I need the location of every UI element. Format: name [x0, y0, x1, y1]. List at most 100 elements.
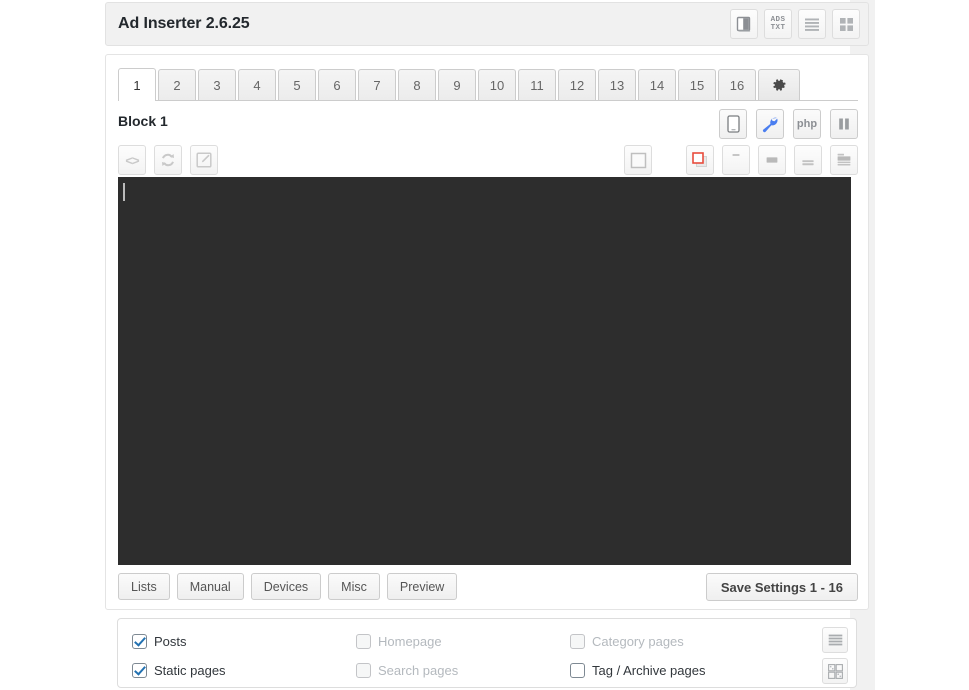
display-options-side-icons [822, 627, 848, 684]
checkbox-search-pages-label: Search pages [378, 663, 459, 678]
gear-icon [772, 78, 786, 91]
align-left-icon-glyph [837, 153, 851, 166]
settings-button-row: Lists Manual Devices Misc Preview Save S… [118, 573, 858, 601]
plugin-header: Ad Inserter 2.6.25 ADS TXT [105, 2, 869, 46]
display-options-panel: Posts Homepage Category pages Static pag… [117, 618, 857, 688]
tab-block-9[interactable]: 9 [438, 69, 476, 100]
align-top-icon[interactable] [722, 145, 750, 175]
checkbox-category-pages-box[interactable] [570, 634, 585, 649]
align-bottom-icon[interactable] [794, 145, 822, 175]
save-settings-button[interactable]: Save Settings 1 - 16 [705, 573, 858, 601]
checkbox-homepage-box[interactable] [356, 634, 371, 649]
pause-icon[interactable] [830, 109, 858, 139]
list-settings-icon[interactable] [822, 627, 848, 653]
wrench-icon[interactable] [756, 109, 784, 139]
clearfix-icon[interactable] [686, 145, 714, 175]
checkbox-posts-box[interactable] [132, 634, 147, 649]
align-top-icon-glyph [732, 154, 740, 156]
grid-view-icon[interactable] [832, 9, 860, 39]
checkbox-tag-archive-pages[interactable]: Tag / Archive pages [570, 663, 792, 678]
tab-block-12[interactable]: 12 [558, 69, 596, 100]
tab-block-5[interactable]: 5 [278, 69, 316, 100]
align-left-icon[interactable] [830, 145, 858, 175]
php-icon[interactable]: php [793, 109, 821, 139]
grid-settings-icon-glyph [827, 663, 843, 679]
settings-tab-buttons: Lists Manual Devices Misc Preview [118, 573, 458, 600]
tab-block-16[interactable]: 16 [718, 69, 756, 100]
lists-button[interactable]: Lists [118, 573, 170, 600]
checkbox-tag-archive-pages-box[interactable] [570, 663, 585, 678]
checkbox-tag-archive-pages-label: Tag / Archive pages [592, 663, 706, 678]
device-icon-glyph [726, 115, 740, 133]
list-view-icon[interactable] [798, 9, 826, 39]
tab-block-1[interactable]: 1 [118, 68, 156, 101]
main-panel: 1 2 3 4 5 6 7 8 9 10 11 12 13 14 15 16 B… [105, 54, 869, 610]
no-wrapping-icon[interactable] [624, 145, 652, 175]
pause-icon-glyph [839, 118, 849, 130]
ads-txt-icon[interactable]: ADS TXT [764, 9, 792, 39]
editor-toolbar-right [624, 145, 858, 175]
code-icon-label: <> [125, 152, 139, 168]
tab-block-2[interactable]: 2 [158, 69, 196, 100]
edit-icon-glyph [196, 152, 212, 168]
devices-button[interactable]: Devices [250, 573, 322, 600]
tab-block-13[interactable]: 13 [598, 69, 636, 100]
checkbox-homepage-label: Homepage [378, 634, 442, 649]
tab-block-15[interactable]: 15 [678, 69, 716, 100]
checkbox-search-pages[interactable]: Search pages [356, 663, 570, 678]
content-column: Ad Inserter 2.6.25 ADS TXT 1 2 3 4 5 6 7… [105, 0, 871, 690]
code-icon[interactable]: <> [118, 145, 146, 175]
text-caret [123, 183, 125, 201]
tab-block-6[interactable]: 6 [318, 69, 356, 100]
device-icon[interactable] [719, 109, 747, 139]
checkbox-posts[interactable]: Posts [132, 634, 356, 649]
tab-block-10[interactable]: 10 [478, 69, 516, 100]
list-settings-icon-glyph [828, 634, 842, 645]
misc-button[interactable]: Misc [328, 573, 380, 600]
checkbox-static-pages-box[interactable] [132, 663, 147, 678]
tab-block-3[interactable]: 3 [198, 69, 236, 100]
checkbox-posts-label: Posts [154, 634, 187, 649]
list-view-icon-glyph [805, 18, 819, 31]
block-header-row: Block 1 php [118, 109, 858, 139]
tab-block-7[interactable]: 7 [358, 69, 396, 100]
checkbox-search-pages-box[interactable] [356, 663, 371, 678]
tab-block-4[interactable]: 4 [238, 69, 276, 100]
refresh-icon[interactable] [154, 145, 182, 175]
tab-block-11[interactable]: 11 [518, 69, 556, 100]
tab-settings-gear[interactable] [758, 69, 800, 100]
checkbox-category-pages-label: Category pages [592, 634, 684, 649]
ads-txt-line-2: TXT [770, 24, 786, 32]
no-wrapping-icon-glyph [630, 152, 646, 168]
checkbox-static-pages-label: Static pages [154, 663, 226, 678]
php-label: php [796, 118, 818, 130]
grid-view-icon-glyph [839, 17, 853, 31]
refresh-icon-glyph [162, 153, 174, 167]
editor-toolbar: <> [118, 145, 858, 175]
preview-button[interactable]: Preview [386, 573, 458, 600]
block-action-icons: php [719, 109, 858, 139]
grid-settings-icon[interactable] [822, 658, 848, 684]
code-editor[interactable] [118, 177, 851, 565]
tab-block-8[interactable]: 8 [398, 69, 436, 100]
page-title: Ad Inserter 2.6.25 [118, 15, 250, 32]
align-center-icon[interactable] [758, 145, 786, 175]
wrench-icon-glyph [762, 117, 778, 133]
edit-icon[interactable] [190, 145, 218, 175]
app-root: Ad Inserter 2.6.25 ADS TXT 1 2 3 4 5 6 7… [0, 0, 969, 690]
clearfix-icon-glyph [691, 151, 707, 167]
ads-txt-line-1: ADS [770, 16, 786, 24]
checkbox-static-pages[interactable]: Static pages [132, 663, 356, 678]
book-icon-glyph [736, 16, 751, 32]
editor-toolbar-left: <> [118, 145, 218, 175]
book-icon[interactable] [730, 9, 758, 39]
checkbox-homepage[interactable]: Homepage [356, 634, 570, 649]
block-title: Block 1 [118, 113, 168, 129]
checkbox-category-pages[interactable]: Category pages [570, 634, 792, 649]
align-center-icon-glyph [766, 157, 778, 163]
tab-block-14[interactable]: 14 [638, 69, 676, 100]
manual-button[interactable]: Manual [176, 573, 244, 600]
display-options-grid: Posts Homepage Category pages Static pag… [132, 627, 792, 685]
block-tabs: 1 2 3 4 5 6 7 8 9 10 11 12 13 14 15 16 [118, 67, 858, 101]
align-bottom-icon-glyph [802, 160, 814, 166]
